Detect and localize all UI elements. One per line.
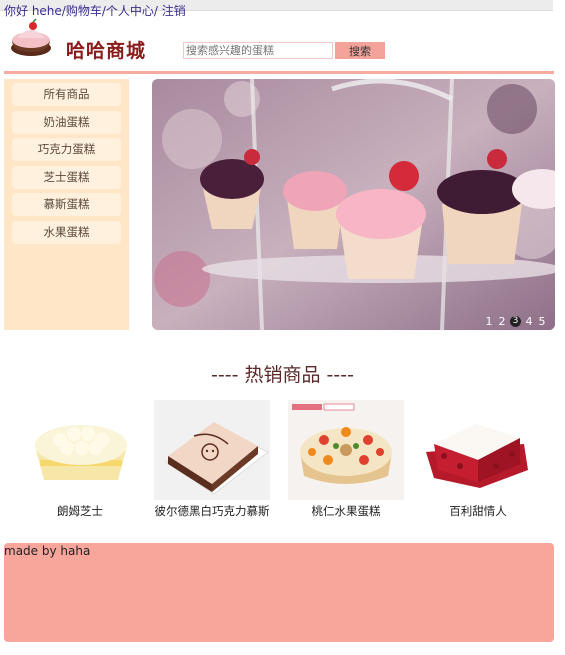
category-sidebar: 所有商品 奶油蛋糕 巧克力蛋糕 芝士蛋糕 慕斯蛋糕 水果蛋糕: [4, 79, 129, 330]
brand-name[interactable]: 哈哈商城: [66, 36, 146, 63]
cart-link[interactable]: 购物车: [66, 4, 102, 18]
product-name[interactable]: 桃仁水果蛋糕: [281, 503, 411, 519]
cake-logo-icon[interactable]: [9, 18, 53, 58]
product-card[interactable]: 百利甜情人: [420, 400, 536, 519]
hot-products-title: ---- 热销商品 ----: [211, 364, 354, 386]
sidebar-item-all[interactable]: 所有商品: [12, 83, 121, 106]
product-card[interactable]: 彼尔德黑白巧克力慕斯: [154, 400, 270, 519]
carousel-dot-4[interactable]: 4: [524, 315, 534, 328]
carousel-dot-2[interactable]: 2: [497, 315, 507, 328]
footer-text: made by haha: [4, 544, 91, 558]
baileys-lover-cake-image[interactable]: [420, 400, 536, 500]
carousel-dot-5[interactable]: 5: [537, 315, 547, 328]
header-divider: [4, 71, 554, 74]
profile-link[interactable]: 个人中心: [106, 4, 154, 18]
carousel-indicators: 1 2 3 4 5: [484, 315, 547, 328]
cupcake-banner-image: [152, 79, 555, 330]
sidebar-item-cheese[interactable]: 芝士蛋糕: [12, 166, 121, 189]
walnut-fruit-cake-image[interactable]: [288, 400, 404, 500]
product-card[interactable]: 桃仁水果蛋糕: [288, 400, 404, 519]
sidebar-item-mousse[interactable]: 慕斯蛋糕: [12, 193, 121, 216]
top-nav: 你好 hehe/购物车/个人中心/ 注销: [4, 4, 186, 18]
search-button[interactable]: 搜索: [335, 42, 385, 59]
product-card[interactable]: 朗姆芝士: [22, 400, 138, 519]
logout-link[interactable]: 注销: [162, 4, 186, 18]
search-input[interactable]: [183, 42, 333, 59]
carousel-dot-1[interactable]: 1: [484, 315, 494, 328]
sidebar-item-chocolate[interactable]: 巧克力蛋糕: [12, 138, 121, 161]
sidebar-item-cream[interactable]: 奶油蛋糕: [12, 111, 121, 134]
footer: made by haha: [4, 543, 554, 642]
greeting-link[interactable]: 你好 hehe: [4, 4, 62, 18]
product-name[interactable]: 百利甜情人: [413, 503, 543, 519]
chocolate-mousse-cake-image[interactable]: [154, 400, 270, 500]
sidebar-item-fruit[interactable]: 水果蛋糕: [12, 221, 121, 244]
rum-cheese-cake-image[interactable]: [22, 400, 138, 500]
product-name[interactable]: 彼尔德黑白巧克力慕斯: [147, 503, 277, 519]
carousel-banner[interactable]: 1 2 3 4 5: [152, 79, 555, 330]
product-name[interactable]: 朗姆芝士: [15, 503, 145, 519]
carousel-dot-3[interactable]: 3: [510, 316, 521, 327]
